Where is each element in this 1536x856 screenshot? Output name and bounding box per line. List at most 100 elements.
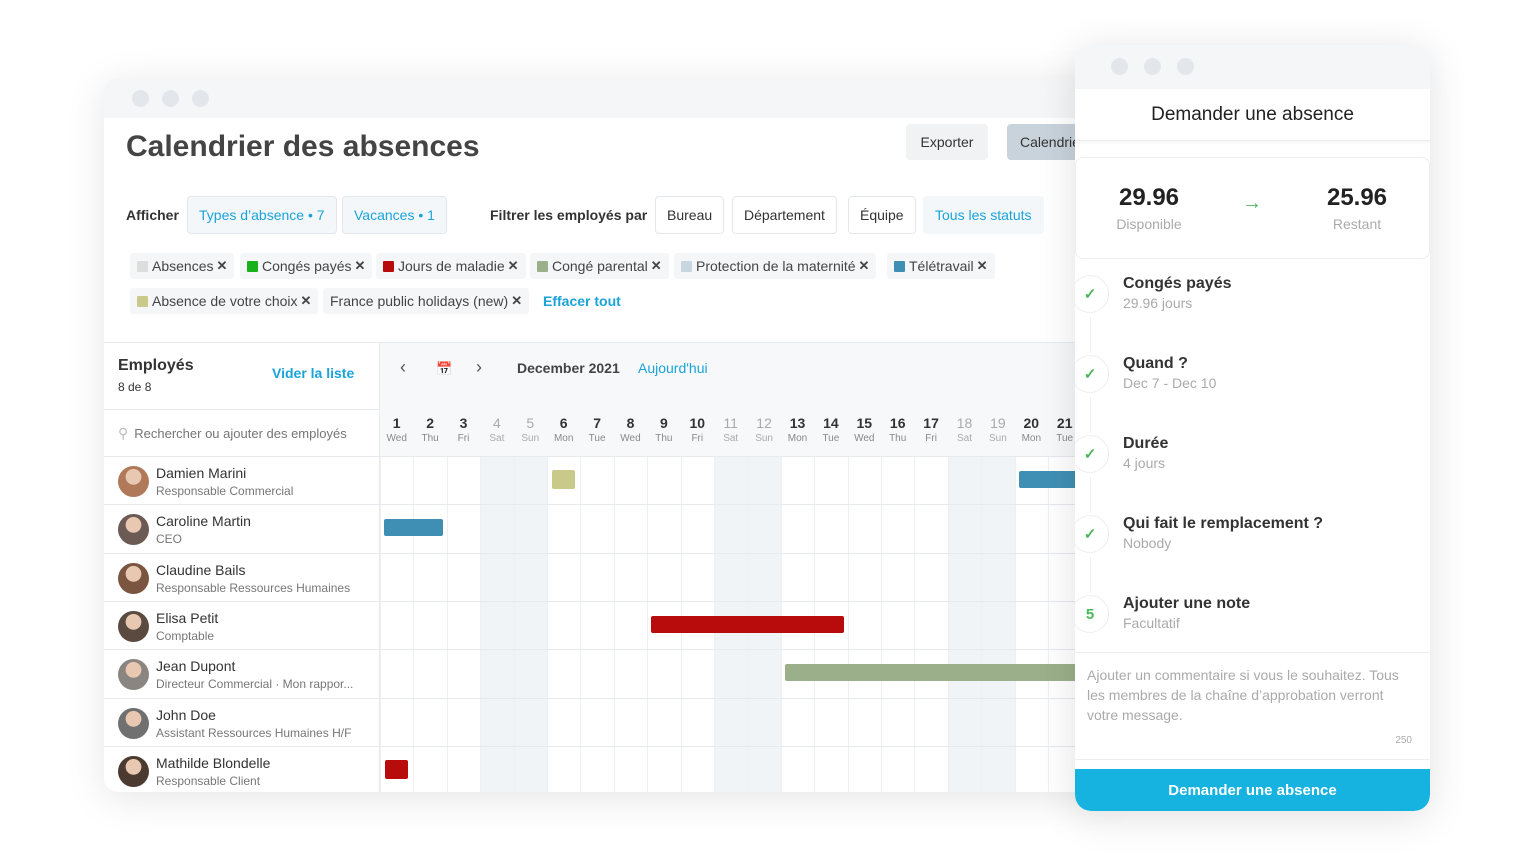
- prev-month-chevron-icon[interactable]: ‹: [400, 357, 406, 378]
- filter-chip[interactable]: Absence de votre choix ✕: [130, 288, 319, 314]
- step-connector: [1090, 317, 1091, 353]
- filter-1[interactable]: Département: [732, 196, 837, 234]
- color-swatch: [137, 295, 148, 307]
- day-number: 17: [923, 415, 939, 431]
- day-number: 5: [526, 415, 535, 431]
- window-close-dot[interactable]: [132, 90, 149, 107]
- filter-chip[interactable]: Télétravail ✕: [887, 253, 995, 279]
- absence-types-filter[interactable]: Types d’absence • 7: [187, 196, 337, 234]
- day-number: 3: [459, 415, 468, 431]
- filter-chip[interactable]: France public holidays (new) ✕: [323, 288, 530, 314]
- page-title: Calendrier des absences: [126, 130, 480, 163]
- absence-bar[interactable]: [651, 615, 844, 633]
- day-header: 13 Mon: [781, 415, 814, 444]
- employee-role: Responsable Client: [156, 773, 261, 788]
- request-step[interactable]: ✓ Congés payés 29.96 jours: [1075, 275, 1430, 355]
- employee-row[interactable]: Claudine Bails Responsable Ressources Hum…: [104, 552, 1114, 601]
- request-step[interactable]: ✓ Quand ? Dec 7 - Dec 10: [1075, 355, 1430, 435]
- filter-chip[interactable]: Protection de la maternité ✕: [674, 253, 877, 279]
- employee-role: CEO: [156, 532, 183, 547]
- calendar-icon[interactable]: 📅: [436, 361, 452, 377]
- remove-chip-icon[interactable]: ✕: [859, 258, 870, 274]
- absence-bar[interactable]: [384, 519, 443, 537]
- window-minimize-dot[interactable]: [1144, 58, 1161, 75]
- window-minimize-dot[interactable]: [162, 90, 179, 107]
- day-number: 10: [689, 415, 706, 431]
- color-swatch: [681, 260, 692, 272]
- chip-label: Télétravail: [909, 258, 974, 274]
- day-weekday: Wed: [620, 433, 641, 444]
- remove-chip-icon[interactable]: ✕: [355, 258, 366, 274]
- remove-chip-icon[interactable]: ✕: [511, 293, 522, 309]
- employee-row[interactable]: Damien Marini Responsable Commercial: [104, 456, 1114, 504]
- day-header: 7 Tue: [580, 415, 613, 444]
- chip-label: France public holidays (new): [330, 293, 509, 309]
- absence-bar[interactable]: [552, 470, 576, 489]
- filter-0[interactable]: Bureau: [655, 196, 725, 234]
- day-header: 6 Mon: [547, 415, 580, 444]
- employee-name: Damien Marini: [156, 465, 247, 481]
- day-header: 8 Wed: [614, 415, 647, 444]
- remove-chip-icon[interactable]: ✕: [216, 258, 227, 274]
- request-step[interactable]: ✓ Qui fait le remplacement ? Nobody: [1075, 515, 1430, 595]
- clear-all-link[interactable]: Effacer tout: [543, 293, 621, 309]
- avatar: [118, 755, 149, 787]
- request-absence-button[interactable]: Demander une absence: [1075, 769, 1430, 811]
- employee-row[interactable]: Mathilde Blondelle Responsable Client: [104, 745, 1114, 792]
- next-month-chevron-icon[interactable]: ›: [476, 357, 482, 378]
- day-header: 5 Sun: [514, 415, 547, 444]
- day-number: 7: [593, 415, 601, 431]
- clear-list-link[interactable]: Vider la liste: [272, 365, 354, 381]
- day-weekday: Mon: [553, 433, 574, 444]
- remove-chip-icon[interactable]: ✕: [977, 258, 988, 274]
- remaining-value: 25.96: [1326, 184, 1388, 211]
- panel-title: Demander une absence: [1075, 89, 1430, 141]
- filter-chip[interactable]: Jours de maladie ✕: [376, 253, 526, 279]
- request-step[interactable]: ✓ Durée 4 jours: [1075, 435, 1430, 515]
- day-number: 1: [392, 415, 401, 431]
- available-label: Disponible: [1116, 216, 1182, 232]
- day-header: 1 Wed: [380, 415, 413, 444]
- chip-label: Jours de maladie: [398, 258, 505, 274]
- step-value: Nobody: [1123, 535, 1172, 551]
- filter-chip[interactable]: Congés payés ✕: [240, 253, 373, 279]
- employee-search-input[interactable]: [134, 425, 365, 441]
- remove-chip-icon[interactable]: ✕: [301, 293, 312, 309]
- filter-chip[interactable]: Congé parental ✕: [530, 253, 669, 279]
- today-link[interactable]: Aujourd'hui: [638, 360, 708, 376]
- chip-label: Absence de votre choix: [152, 293, 298, 309]
- day-weekday: Thu: [655, 433, 673, 444]
- step-title: Durée: [1123, 435, 1169, 452]
- employee-search[interactable]: ⚲: [104, 409, 380, 456]
- absence-bar[interactable]: [385, 759, 409, 779]
- filter-2[interactable]: Équipe: [848, 196, 916, 234]
- step-value: Facultatif: [1123, 615, 1180, 631]
- note-textarea[interactable]: Ajouter un commentaire si vous le souhai…: [1075, 652, 1430, 760]
- absence-bar[interactable]: [784, 664, 1111, 682]
- employee-row[interactable]: Elisa Petit Comptable: [104, 600, 1114, 649]
- window-maximize-dot[interactable]: [192, 90, 209, 107]
- employee-row[interactable]: Caroline Martin CEO: [104, 504, 1114, 552]
- day-number: 6: [559, 415, 568, 431]
- current-month: December 2021: [517, 360, 620, 376]
- day-weekday: Mon: [1021, 433, 1042, 444]
- day-number: 2: [426, 415, 434, 431]
- filter-3[interactable]: Tous les statuts: [923, 196, 1044, 234]
- color-swatch: [383, 260, 394, 272]
- export-button[interactable]: Exporter: [906, 124, 988, 160]
- remove-chip-icon[interactable]: ✕: [651, 258, 662, 274]
- filter-chip[interactable]: Absences ✕: [130, 253, 235, 279]
- holidays-filter[interactable]: Vacances • 1: [342, 196, 447, 234]
- employee-row[interactable]: John Doe Assistant Ressources Humaines H/…: [104, 697, 1114, 746]
- day-weekday: Thu: [421, 433, 439, 444]
- remove-chip-icon[interactable]: ✕: [508, 258, 519, 274]
- day-header: 12 Sun: [747, 415, 780, 444]
- day-number: 15: [856, 415, 873, 431]
- day-number: 12: [756, 415, 772, 431]
- window-close-dot[interactable]: [1111, 58, 1128, 75]
- absence-calendar-window: Calendrier des absences Exporter Calendr…: [104, 78, 1114, 792]
- arrow-right-icon: →: [1242, 192, 1262, 214]
- window-maximize-dot[interactable]: [1177, 58, 1194, 75]
- avatar: [118, 610, 149, 642]
- employee-name: Jean Dupont: [156, 658, 236, 675]
